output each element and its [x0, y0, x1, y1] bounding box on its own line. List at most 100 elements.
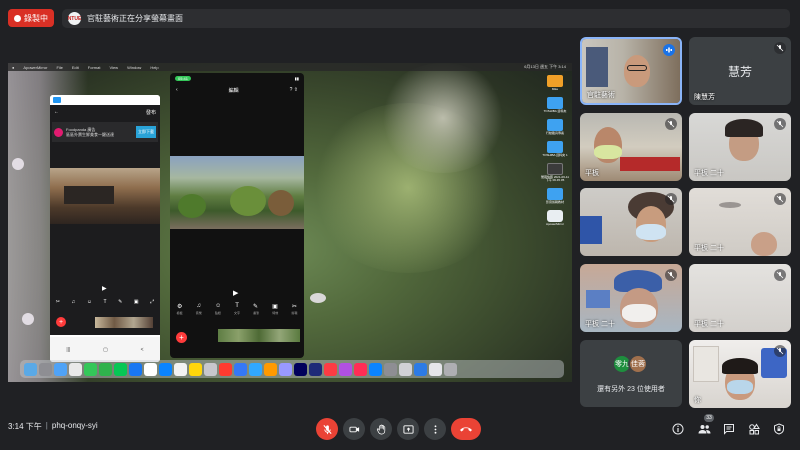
menu-item-edit[interactable]: Edit [72, 65, 79, 70]
recording-badge[interactable]: 錄製中 [8, 9, 54, 27]
host-controls-button[interactable] [770, 420, 788, 438]
play-icon[interactable]: ▶ [102, 285, 107, 292]
desktop-icon-folder[interactable]: TOSHIBA 資料夾 1 [541, 141, 569, 157]
menu-item-format[interactable]: Format [88, 65, 101, 70]
acrobat-icon[interactable] [219, 362, 232, 376]
scissors-tool-icon[interactable]: ✂ [292, 303, 297, 310]
participant-tile[interactable]: 平板 二十 [689, 113, 791, 181]
back-icon[interactable]: < [141, 347, 144, 353]
leave-call-button[interactable] [451, 418, 481, 440]
self-tile[interactable]: 你 [689, 340, 791, 408]
facetime-icon[interactable] [99, 362, 112, 376]
menu-item-view[interactable]: View [109, 65, 118, 70]
activities-button[interactable] [745, 420, 763, 438]
menu-item-help[interactable]: Help [150, 65, 158, 70]
face-mask-shape [636, 224, 666, 240]
mirrored-phone-right[interactable]: 05:41 ▮▮ ‹ 編輯 ? ⇧ ▶ ⚙ ♫ ☺ T ✎ ▣ ✂ 模板 音樂 … [170, 73, 304, 358]
people-icon [698, 425, 710, 434]
system-preferences-icon[interactable] [384, 362, 397, 376]
desktop-icon-apowermirror[interactable]: ApowerMirror [541, 210, 569, 226]
messenger-icon[interactable] [129, 362, 142, 376]
preview-icon[interactable] [204, 362, 217, 376]
finder-icon[interactable] [24, 362, 37, 376]
help-share-icons[interactable]: ? ⇧ [290, 87, 298, 93]
menu-item-app[interactable]: ApowerMirror [23, 65, 47, 70]
participant-tile[interactable]: 平板 [580, 113, 682, 181]
present-screen-button[interactable] [397, 418, 419, 440]
sticker-tool-icon[interactable]: ☺ [87, 299, 92, 305]
zoom-icon[interactable] [159, 362, 172, 376]
participant-tile[interactable]: 平板 二十 [689, 264, 791, 332]
calendar-icon[interactable] [174, 362, 187, 376]
music-tool-icon[interactable]: ♫ [197, 303, 202, 310]
participant-tile[interactable]: 慧芳 陳慧芳 [689, 37, 791, 105]
chat-button[interactable] [720, 420, 738, 438]
timeline-strip[interactable] [218, 329, 300, 342]
quicktime-icon[interactable] [399, 362, 412, 376]
desktop-icon-screenshot[interactable]: 螢幕快照 2021-06-11 下午 06.45.05 [541, 163, 569, 182]
text-tool-icon[interactable]: T [103, 299, 106, 305]
illustrator-icon[interactable] [264, 362, 277, 376]
photos-icon[interactable] [144, 362, 157, 376]
trash-icon[interactable] [444, 362, 457, 376]
participant-tile[interactable]: 官駐藝術 [580, 37, 682, 105]
podcasts-icon[interactable] [339, 362, 352, 376]
back-chevron-icon[interactable]: ‹ [176, 87, 178, 93]
launchpad-icon[interactable] [39, 362, 52, 376]
other-participants-tile[interactable]: 零九 佳蓉 還有另外 23 位使用者 [580, 340, 682, 407]
menu-item-window[interactable]: Window [127, 65, 141, 70]
menu-item-file[interactable]: File [56, 65, 62, 70]
people-button[interactable] [695, 420, 713, 438]
brush-tool-icon[interactable]: ✎ [253, 303, 258, 310]
music-icon[interactable] [324, 362, 337, 376]
participant-tile[interactable]: 平板 二十 [580, 264, 682, 332]
more-options-button[interactable] [424, 418, 446, 440]
mic-toggle-button[interactable] [316, 418, 338, 440]
notes-icon[interactable] [189, 362, 202, 376]
desktop-icon-mike[interactable]: Mike [541, 75, 569, 91]
home-icon[interactable]: ▢ [103, 347, 108, 353]
camera-toggle-button[interactable] [343, 418, 365, 440]
participant-tile[interactable] [580, 188, 682, 256]
itunes-icon[interactable] [354, 362, 367, 376]
apple-icon[interactable]: ● [12, 65, 14, 70]
messages-icon[interactable] [84, 362, 97, 376]
template-tool-icon[interactable]: ⚙ [177, 303, 182, 310]
chrome-icon[interactable] [69, 362, 82, 376]
back-arrow-icon[interactable]: ← [54, 109, 59, 115]
brush-tool-icon[interactable]: ✎ [118, 299, 122, 305]
desktop-icon-folder[interactable]: 行動載具專案 [541, 119, 569, 135]
desktop-icon-folder[interactable]: 影音剪輯教材 [541, 188, 569, 204]
apowermirror-dock-icon[interactable] [414, 362, 427, 376]
lightroom-icon[interactable] [309, 362, 322, 376]
resize-tool-icon[interactable]: ⤢ [150, 299, 154, 305]
timeline-strip[interactable] [95, 317, 153, 328]
raise-hand-button[interactable] [370, 418, 392, 440]
recents-icon[interactable]: ||| [66, 347, 70, 353]
effect-tool-icon[interactable]: ▣ [272, 303, 278, 310]
add-clip-button[interactable]: + [176, 332, 187, 343]
safari-icon[interactable] [54, 362, 67, 376]
sticker-tool-icon[interactable]: ☺ [215, 303, 221, 310]
meeting-details-button[interactable] [669, 420, 687, 438]
mirrored-phone-left[interactable]: ← 發布 Foodpanda 廣告 區區外賣生鮮美食一鍵送達 立即下載 ▶ ✂ [50, 95, 160, 362]
ad-banner[interactable]: Foodpanda 廣告 區區外賣生鮮美食一鍵送達 立即下載 [52, 122, 158, 142]
cut-tool-icon[interactable]: ✂ [56, 299, 60, 305]
music-tool-icon[interactable]: ♫ [72, 299, 76, 305]
line-icon[interactable] [114, 362, 127, 376]
downloads-icon[interactable] [429, 362, 442, 376]
photoshop-icon[interactable] [249, 362, 262, 376]
meeting-code[interactable]: phq-onqy-syi [52, 421, 98, 432]
text-tool-icon[interactable]: T [235, 303, 239, 310]
app-store-icon[interactable] [369, 362, 382, 376]
ad-download-button[interactable]: 立即下載 [136, 126, 156, 138]
canva-icon[interactable] [234, 362, 247, 376]
effect-tool-icon[interactable]: ▣ [134, 299, 139, 305]
add-clip-button[interactable]: + [56, 317, 66, 327]
play-icon[interactable]: ▶ [233, 289, 238, 297]
premiere-icon[interactable] [279, 362, 292, 376]
publish-button[interactable]: 發布 [146, 109, 156, 116]
audition-icon[interactable] [294, 362, 307, 376]
desktop-icon-folder[interactable]: TOSHIBA 資料夾 [541, 97, 569, 113]
participant-tile[interactable]: 平板 二十 [689, 188, 791, 256]
